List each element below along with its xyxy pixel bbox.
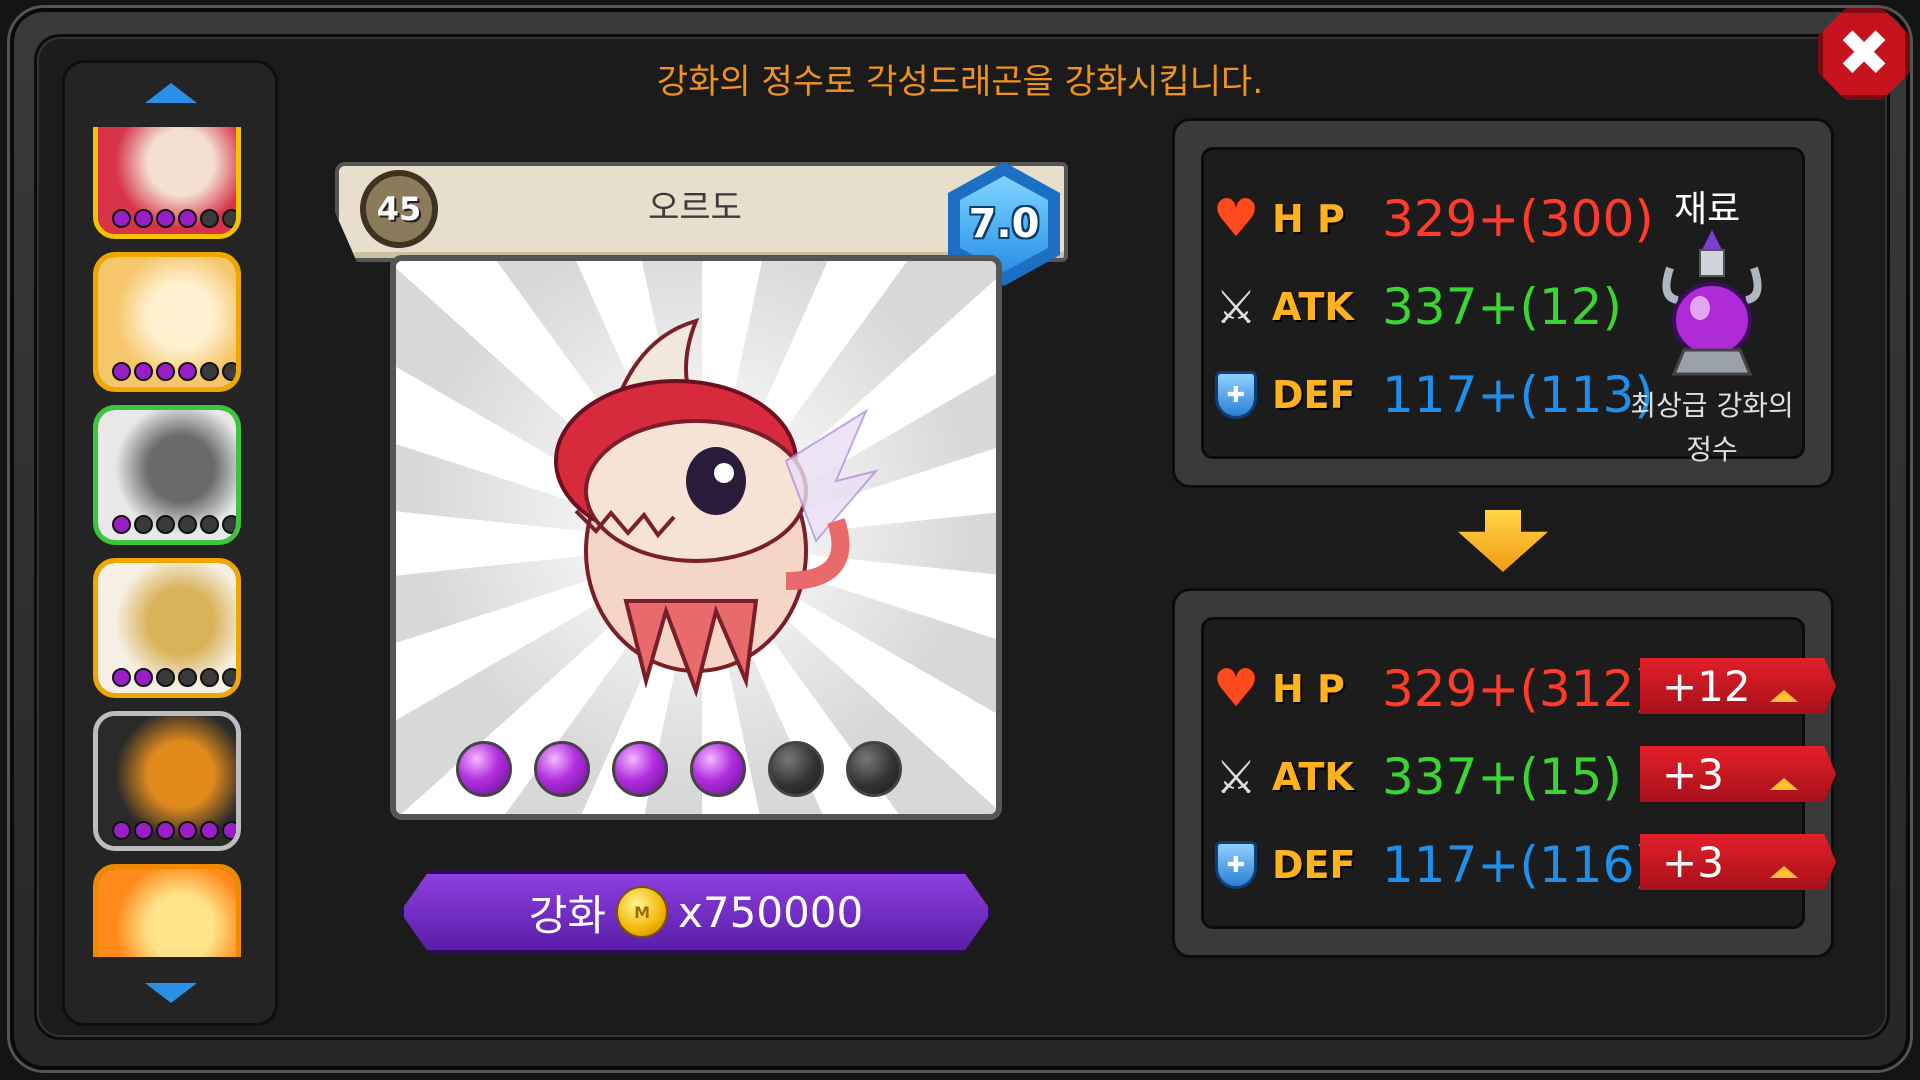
star-pip [134,515,153,534]
upgrade-cost: x750000 [678,887,864,937]
dragon-thumbnail[interactable] [93,127,241,239]
star-pip [222,209,236,228]
atk-label: ATK [1272,755,1354,799]
level-badge: 45 [360,170,438,248]
atk-value: 337+(15) [1382,748,1622,806]
dragon-illustration [554,317,879,698]
star-orb [768,741,824,797]
star-pip [112,362,131,381]
star-pip [156,668,175,687]
dragon-thumbnail[interactable] [93,558,241,698]
upgrade-button[interactable]: 강화 M x750000 [400,870,992,954]
material-name: 최상급 강화의 정수 [1630,389,1794,466]
arrow-down-icon[interactable] [145,983,197,1003]
dragon-list[interactable] [62,60,278,1026]
star-pip [112,821,131,840]
close-button[interactable]: ✖ [1818,8,1910,100]
star-pip [134,209,153,228]
hp-label: H P [1272,667,1345,711]
shield-icon: ✚ [1210,369,1262,421]
crossed-swords-icon: ⚔ [1215,280,1257,334]
star-pip [178,821,197,840]
star-pip [222,515,236,534]
dragon-thumbnail[interactable] [93,405,241,545]
essence-flask-icon [1662,230,1762,376]
result-atk-row: ⚔ ATK 337+(15) [1210,742,1622,812]
def-value: 117+(116) [1382,836,1654,894]
star-pip [178,362,197,381]
dragon-portrait [390,255,1002,820]
star-orb [534,741,590,797]
dragon-thumbnails [65,127,275,957]
star-pip [134,668,153,687]
current-hp-row: ♥ H P 329+(300) [1210,184,1654,254]
star-pip [112,515,131,534]
star-orbs [456,741,902,797]
star-pip [156,821,175,840]
def-increase-badge: +3 [1640,834,1836,890]
star-orb [846,741,902,797]
star-pip [156,515,175,534]
star-pip [200,362,219,381]
current-atk-row: ⚔ ATK 337+(12) [1210,272,1622,342]
star-pip [200,209,219,228]
star-orb [612,741,668,797]
hp-label: H P [1272,197,1345,241]
star-pip [178,668,197,687]
upgrade-label: 강화 [528,890,607,940]
def-label: DEF [1272,373,1356,417]
star-pip [200,668,219,687]
star-pip [112,668,131,687]
atk-label: ATK [1272,285,1354,329]
shield-icon: ✚ [1210,839,1262,891]
up-arrow-icon [1770,778,1798,790]
instruction-text: 강화의 정수로 각성드래곤을 강화시킵니다. [656,62,1264,102]
star-pip [222,668,236,687]
def-label: DEF [1272,843,1356,887]
star-pip [222,821,236,840]
arrow-up-icon[interactable] [145,83,197,103]
atk-increase-badge: +3 [1640,746,1836,802]
star-pip [200,515,219,534]
star-pip [134,362,153,381]
up-arrow-icon [1770,866,1798,878]
dragon-name: 오르도 [648,188,742,228]
dragon-thumbnail[interactable] [93,864,241,957]
star-pip [156,362,175,381]
star-pip [156,209,175,228]
crossed-swords-icon: ⚔ [1215,750,1257,804]
material-title: 재료 [1674,189,1741,230]
hp-value: 329+(312) [1382,660,1654,718]
star-pip [178,209,197,228]
result-def-row: ✚ DEF 117+(116) [1210,830,1654,900]
star-pip [112,209,131,228]
star-orb [690,741,746,797]
atk-value: 337+(12) [1382,278,1622,336]
dragon-thumbnail[interactable] [93,252,241,392]
dragon-thumbnail[interactable] [93,711,241,851]
heart-icon: ♥ [1212,189,1260,249]
star-pip [134,821,153,840]
heart-icon: ♥ [1212,659,1260,719]
star-orb [456,741,512,797]
close-icon: ✖ [1837,17,1891,91]
hp-increase-badge: +12 [1640,658,1836,714]
star-pip [200,821,219,840]
hp-value: 329+(300) [1382,190,1654,248]
up-arrow-icon [1770,690,1798,702]
current-def-row: ✚ DEF 117+(113) [1210,360,1654,430]
star-pip [178,515,197,534]
coin-icon: M [616,886,669,938]
result-hp-row: ♥ H P 329+(312) [1210,654,1654,724]
star-pip [222,362,236,381]
dragon-face-icon [98,869,236,957]
